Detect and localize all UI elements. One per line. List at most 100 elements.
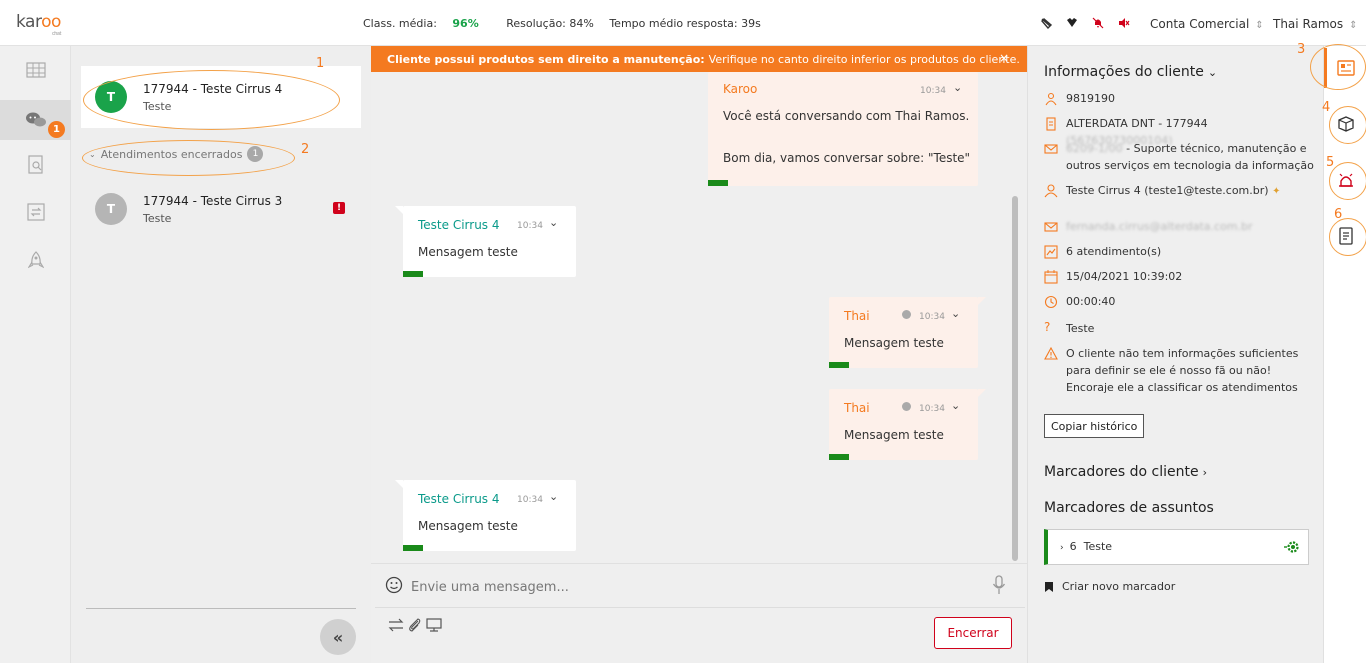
- user-tie-icon: [1045, 92, 1057, 106]
- message-menu-icon[interactable]: ⌄: [549, 490, 558, 503]
- chat-area: Cliente possui produtos sem direito a ma…: [371, 46, 1027, 663]
- chat-tools: [388, 618, 442, 635]
- heart-icon[interactable]: [1064, 15, 1080, 31]
- client-info-panel: Informações do cliente ⌄ 9819190 ALTERDAT…: [1027, 46, 1323, 663]
- read-check-icon: [902, 402, 911, 411]
- annotation-ellipse-6: [1329, 218, 1366, 256]
- client-warning-row: O cliente não tem informações suficiente…: [1044, 345, 1314, 396]
- message-sender: Karoo: [723, 82, 758, 96]
- karoo-logo[interactable]: karoo chat: [16, 12, 61, 37]
- account-dropdown[interactable]: Conta Comercial ⇕: [1150, 17, 1264, 31]
- message-bubble: Teste Cirrus 4 10:34 ⌄ Mensagem teste: [395, 480, 576, 551]
- screen-share-icon[interactable]: [426, 618, 442, 635]
- message-menu-icon[interactable]: ⌄: [549, 216, 558, 229]
- subject-marker-item[interactable]: › 6 Teste: [1044, 529, 1309, 565]
- annotation-ellipse-3: [1310, 44, 1366, 90]
- client-email-row: fernanda.cirrus@alterdata.com.br: [1044, 218, 1314, 235]
- volume-off-icon[interactable]: [1116, 15, 1132, 31]
- message-bubble: Karoo 10:34 ⌄ Você está conversando com …: [708, 72, 978, 186]
- chevron-right-icon: ›: [1060, 543, 1064, 553]
- message-sender: Teste Cirrus 4: [418, 492, 500, 506]
- message-input[interactable]: [411, 577, 971, 597]
- annotation-ellipse-1: [83, 70, 340, 130]
- message-status-bar: [829, 454, 849, 460]
- message-text: Mensagem teste: [844, 428, 944, 442]
- user-dropdown[interactable]: Thai Ramos ⇕: [1273, 17, 1358, 31]
- conversation-card-closed[interactable]: T 177944 - Teste Cirrus 3 Teste !: [81, 178, 361, 240]
- conversation-subtitle: Teste: [143, 212, 172, 225]
- message-time: 10:34: [919, 404, 945, 414]
- client-info-title[interactable]: Informações do cliente ⌄: [1044, 64, 1217, 80]
- transfer-arrows-icon[interactable]: [388, 618, 404, 635]
- medal-icon: ✦: [1272, 186, 1281, 197]
- message-bubble: Thai 10:34 ⌄ Mensagem teste: [829, 389, 986, 460]
- message-time: 10:34: [920, 86, 946, 96]
- chat-badge: 1: [48, 121, 65, 138]
- bell-off-icon[interactable]: [1090, 15, 1106, 31]
- client-markers-heading[interactable]: Marcadores do cliente ›: [1044, 464, 1207, 480]
- create-marker-link[interactable]: Criar novo marcador: [1044, 580, 1175, 593]
- stat-resolution: Resolução: 84%: [506, 17, 594, 30]
- nav-search-history[interactable]: [0, 145, 71, 185]
- nav-dashboard[interactable]: [0, 50, 71, 90]
- nav-rocket[interactable]: [0, 241, 71, 281]
- nav-chat[interactable]: 1: [0, 100, 71, 140]
- updown-icon: ⇕: [1349, 20, 1358, 31]
- maintenance-banner: Cliente possui produtos sem direito a ma…: [371, 46, 1027, 72]
- message-time: 10:34: [517, 221, 543, 231]
- chevron-right-icon: ›: [1202, 466, 1208, 479]
- emoji-icon[interactable]: [385, 576, 403, 597]
- double-chevron-left-icon: «: [332, 627, 344, 647]
- alert-icon: !: [333, 202, 345, 214]
- message-time: 10:34: [919, 312, 945, 322]
- conversation-list: T 177944 - Teste Cirrus 4 Teste ⌄ Atendi…: [71, 46, 371, 663]
- top-icons: [1038, 15, 1132, 31]
- envelope-icon: [1044, 222, 1058, 232]
- nav-transfer[interactable]: [0, 192, 71, 232]
- left-nav: 1: [0, 46, 71, 663]
- message-menu-icon[interactable]: ⌄: [951, 399, 960, 412]
- client-datetime-row: 15/04/2021 10:39:02: [1044, 268, 1314, 285]
- chat-scrollbar[interactable]: [1012, 196, 1018, 561]
- message-text: Bom dia, vamos conversar sobre: "Teste": [723, 151, 971, 165]
- message-menu-icon[interactable]: ⌄: [951, 307, 960, 320]
- question-icon: ?: [1044, 320, 1051, 334]
- warning-icon: [1044, 347, 1058, 360]
- updown-icon: ⇕: [1255, 20, 1264, 31]
- paperclip-icon[interactable]: [408, 618, 422, 635]
- client-duration-row: 00:00:40: [1044, 293, 1314, 310]
- conversation-title: 177944 - Teste Cirrus 3: [143, 194, 283, 208]
- rocket-icon: [27, 251, 44, 269]
- message-sender: Thai: [844, 309, 870, 323]
- divider: [375, 607, 1025, 608]
- annotation-number-3: 3: [1297, 42, 1306, 57]
- avatar: T: [95, 193, 127, 225]
- clock-icon: [1044, 295, 1058, 309]
- annotation-number-1: 1: [316, 56, 325, 71]
- microphone-icon[interactable]: [992, 575, 1006, 598]
- annotation-number-2: 2: [301, 142, 310, 157]
- message-status-bar: [708, 180, 728, 186]
- message-menu-icon[interactable]: ⌄: [953, 81, 962, 94]
- message-bubble: Teste Cirrus 4 10:34 ⌄ Mensagem teste: [395, 206, 576, 277]
- read-check-icon: [902, 310, 911, 319]
- chat-icon: [25, 112, 46, 127]
- envelope-icon: [1044, 144, 1058, 154]
- client-contact-row: Teste Cirrus 4 (teste1@teste.com.br) ✦: [1044, 182, 1314, 200]
- message-text: Mensagem teste: [418, 519, 518, 533]
- annotation-number-4: 4: [1322, 100, 1331, 115]
- broom-icon[interactable]: [1038, 15, 1054, 31]
- client-activity-row: 6209-1/00 - Suporte técnico, manutenção …: [1044, 140, 1314, 174]
- collapse-button[interactable]: «: [320, 619, 356, 655]
- stats-bar: Class. média: 96% Resolução: 84% Tempo m…: [363, 17, 773, 30]
- divider: [86, 608, 356, 609]
- gear-icon[interactable]: [1284, 539, 1302, 555]
- message-status-bar: [403, 271, 423, 277]
- banner-close-icon[interactable]: ×: [999, 51, 1009, 65]
- user-icon: [1044, 184, 1058, 198]
- copy-history-button[interactable]: Copiar histórico: [1044, 414, 1145, 438]
- end-chat-button[interactable]: Encerrar: [934, 617, 1012, 649]
- chart-line-icon: [1044, 245, 1058, 259]
- client-code-row: 9819190: [1044, 90, 1314, 107]
- stat-class: Class. média: 96%: [363, 17, 479, 30]
